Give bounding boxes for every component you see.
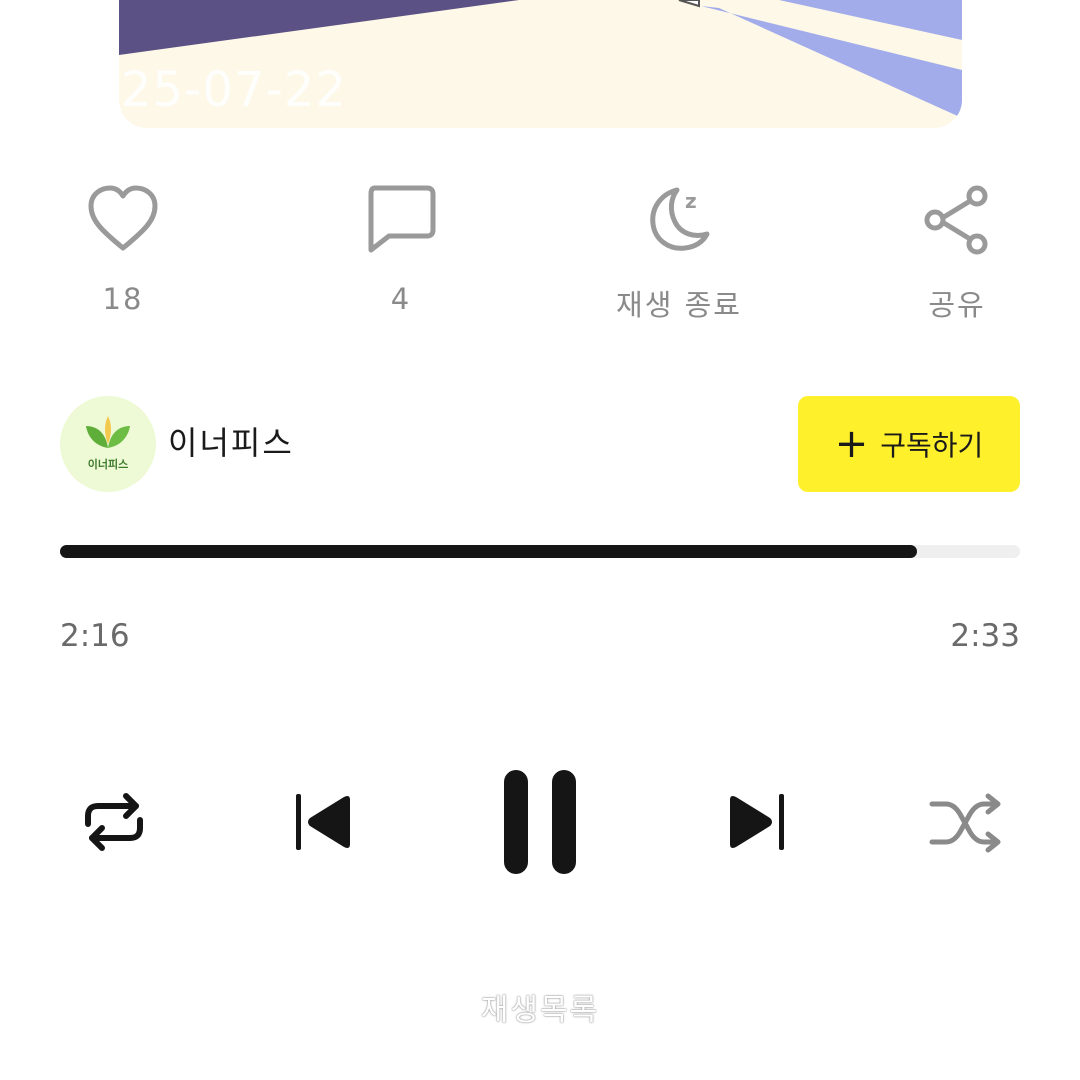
- speech-bubble-icon: [368, 185, 436, 253]
- sleep-timer-button[interactable]: z 재생 종료: [599, 180, 759, 330]
- shuffle-button[interactable]: [928, 790, 1004, 856]
- progress-fill: [60, 545, 918, 558]
- plus-icon: +: [834, 421, 869, 467]
- previous-button[interactable]: [292, 790, 356, 854]
- sleep-timer-label: 재생 종료: [616, 288, 742, 322]
- next-icon: [730, 794, 784, 850]
- playlist-link[interactable]: 재생목록: [0, 985, 1080, 1029]
- next-button[interactable]: [724, 790, 788, 854]
- heart-icon: [88, 185, 158, 251]
- like-count: 18: [102, 282, 144, 316]
- channel-name[interactable]: 이너피스: [168, 418, 294, 464]
- previous-icon: [296, 794, 350, 850]
- subscribe-button[interactable]: + 구독하기: [798, 396, 1020, 492]
- shuffle-icon: [929, 793, 1001, 853]
- comment-count: 4: [390, 282, 412, 316]
- moon-icon: z: [650, 187, 710, 251]
- like-button[interactable]: 18: [43, 180, 203, 330]
- player-screen: 25-07-22 18 4 z 재생 종료 공유 이너피스 이너피스 + 구독하…: [0, 0, 1080, 1080]
- share-label: 공유: [928, 288, 986, 322]
- svg-text:z: z: [685, 189, 697, 213]
- pause-button[interactable]: [500, 766, 580, 878]
- album-cover: 25-07-22: [119, 0, 962, 128]
- avatar-label: 이너피스: [87, 458, 129, 471]
- cover-date-text: 25-07-22: [121, 62, 347, 118]
- repeat-icon: [85, 793, 143, 851]
- subscribe-label: 구독하기: [880, 429, 984, 462]
- share-button[interactable]: 공유: [877, 180, 1037, 330]
- channel-row: 이너피스 이너피스 + 구독하기: [60, 396, 1020, 492]
- action-row: 18 4 z 재생 종료 공유: [0, 180, 1080, 330]
- pause-icon: [504, 770, 576, 874]
- progress-bar[interactable]: [60, 545, 1020, 558]
- comment-button[interactable]: 4: [321, 180, 481, 330]
- total-time: 2:33: [950, 618, 1020, 654]
- repeat-button[interactable]: [78, 786, 150, 858]
- leaf-logo-icon: [86, 416, 130, 448]
- channel-avatar[interactable]: 이너피스: [60, 396, 156, 492]
- current-time: 2:16: [60, 618, 130, 654]
- share-icon: [924, 185, 988, 255]
